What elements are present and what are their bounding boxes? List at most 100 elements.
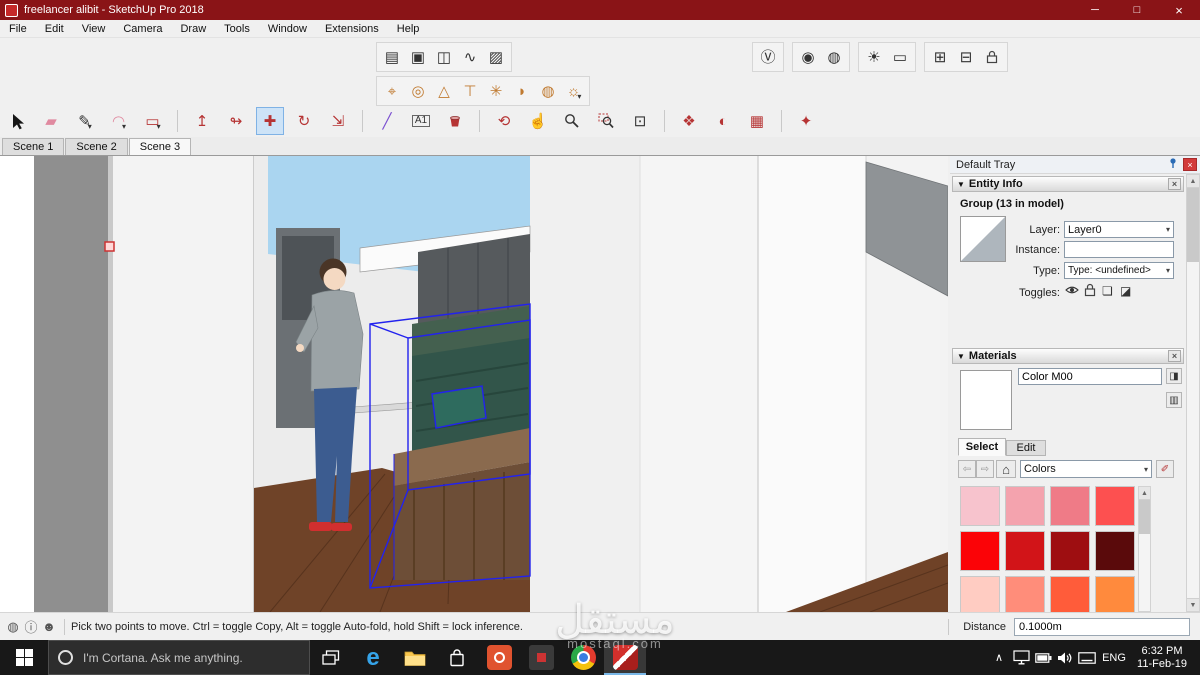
type-combobox[interactable]: Type: <undefined> ▾ <box>1064 262 1174 279</box>
zoom-extents-tool-button[interactable]: ⊡ <box>627 108 653 134</box>
color-swatch[interactable] <box>1005 576 1045 612</box>
battery-icon[interactable] <box>1032 640 1054 675</box>
info-icon[interactable]: ⓘ <box>22 617 40 636</box>
color-swatch[interactable] <box>1005 531 1045 571</box>
vray-render-button[interactable]: ◉ <box>795 44 821 70</box>
toggle-receive-shadows-button[interactable]: ❏ <box>1102 284 1113 298</box>
display-tray-icon[interactable] <box>1010 640 1032 675</box>
tray-close-button[interactable]: × <box>1183 158 1197 171</box>
left-walls[interactable] <box>34 156 255 612</box>
color-swatch[interactable] <box>1095 576 1135 612</box>
collapse-arrow-icon[interactable]: ▼ <box>957 352 965 361</box>
sandbox-flip-edge-button[interactable]: ◍ <box>535 78 561 104</box>
color-swatch[interactable] <box>1095 486 1135 526</box>
volume-icon[interactable] <box>1054 640 1076 675</box>
app-taskbar-button-2[interactable] <box>520 640 562 675</box>
vray-sun-button[interactable]: ☀ <box>861 44 887 70</box>
selection-handle[interactable] <box>104 241 115 252</box>
language-indicator[interactable]: ENG <box>1098 652 1130 664</box>
sandbox-from-scratch-button[interactable]: ◎ <box>405 78 431 104</box>
chrome-taskbar-button[interactable] <box>562 640 604 675</box>
tab-scene-2[interactable]: Scene 2 <box>65 138 128 155</box>
user-icon[interactable]: ☻ <box>40 619 58 634</box>
model-viewport[interactable] <box>0 156 948 612</box>
task-view-button[interactable] <box>310 640 352 675</box>
rotate-tool-button[interactable]: ↻ <box>291 108 317 134</box>
materials-close-button[interactable]: × <box>1168 350 1181 362</box>
push-pull-tool-button[interactable]: ↥ <box>189 108 215 134</box>
paint-bucket-tool-button[interactable] <box>442 108 468 134</box>
eraser-tool-button[interactable]: ▰ <box>38 108 64 134</box>
measure-input[interactable] <box>1014 617 1190 636</box>
material-name-input[interactable] <box>1018 368 1162 385</box>
scroll-up-icon[interactable]: ▲ <box>1187 175 1199 188</box>
tab-select[interactable]: Select <box>958 438 1006 456</box>
vray-lock-button[interactable] <box>979 44 1005 70</box>
cortana-search[interactable]: I'm Cortana. Ask me anything. <box>48 640 310 675</box>
zoom-tool-button[interactable] <box>559 108 585 134</box>
shape-tool-button[interactable]: ▭ ▾ <box>140 108 166 134</box>
menu-tools[interactable]: Tools <box>215 21 259 37</box>
arc-tool-button[interactable]: ◠ ▾ <box>106 108 132 134</box>
shadows-button[interactable]: ◐ <box>710 108 736 134</box>
menu-file[interactable]: File <box>0 21 36 37</box>
paint-roller-button[interactable]: ▥ <box>1166 392 1182 408</box>
layer-combobox[interactable]: Layer0 ▾ <box>1064 221 1174 238</box>
toggle-lock-button[interactable] <box>1084 283 1096 300</box>
color-swatch[interactable] <box>1050 486 1090 526</box>
vray-render-last-button[interactable]: ◍ <box>821 44 847 70</box>
vray-frame-buffer-button[interactable]: ▭ <box>887 44 913 70</box>
keyboard-icon[interactable] <box>1076 640 1098 675</box>
match-photo-button[interactable]: ▨ <box>483 44 509 70</box>
select-tool-button[interactable] <box>4 108 30 134</box>
menu-help[interactable]: Help <box>388 21 429 37</box>
instance-input[interactable] <box>1064 241 1174 258</box>
vray-region-render-button[interactable]: ⊟ <box>953 44 979 70</box>
menu-edit[interactable]: Edit <box>36 21 73 37</box>
follow-me-tool-button[interactable]: ↬ <box>223 108 249 134</box>
sample-paint-button[interactable]: ✐ <box>1156 460 1174 478</box>
color-swatch[interactable] <box>960 486 1000 526</box>
scroll-up-icon[interactable]: ▲ <box>1139 487 1150 500</box>
vray-viewport-render-button[interactable]: ⊞ <box>927 44 953 70</box>
scrollbar-thumb[interactable] <box>1187 188 1199 262</box>
app-taskbar-button-1[interactable] <box>478 640 520 675</box>
maximize-button[interactable]: □ <box>1116 0 1158 20</box>
move-tool-button[interactable]: ✚ <box>256 107 284 135</box>
scrollbar-thumb[interactable] <box>1139 500 1150 534</box>
collapse-arrow-icon[interactable]: ▼ <box>957 180 965 189</box>
pencil-tool-button[interactable]: ✎ ▾ <box>72 108 98 134</box>
materials-header[interactable]: ▼ Materials × <box>952 348 1184 364</box>
vray-asset-editor-button[interactable]: Ⓥ <box>755 44 781 70</box>
sandbox-stamp-button[interactable]: ⊤ <box>457 78 483 104</box>
scale-tool-button[interactable]: ⇲ <box>325 108 351 134</box>
color-swatch[interactable] <box>1050 531 1090 571</box>
show-hidden-icons-button[interactable]: ∧ <box>988 640 1010 675</box>
back-button[interactable]: ⇦ <box>958 460 976 478</box>
pin-icon[interactable] <box>1168 157 1179 172</box>
styles-button[interactable]: ❖ <box>676 108 702 134</box>
secondary-pane-button[interactable]: ◨ <box>1166 368 1182 384</box>
taskbar-clock[interactable]: 6:32 PM 11-Feb-19 <box>1130 645 1194 671</box>
scroll-down-icon[interactable]: ▼ <box>1187 598 1199 611</box>
component-box-button[interactable]: ◫ <box>431 44 457 70</box>
box-tool-button[interactable]: ▣ <box>405 44 431 70</box>
color-swatch[interactable] <box>1050 576 1090 612</box>
dynamic-components-button[interactable]: ▤ <box>379 44 405 70</box>
color-swatch[interactable] <box>960 576 1000 612</box>
zoom-window-tool-button[interactable] <box>593 108 619 134</box>
fog-button[interactable]: ∿ <box>457 44 483 70</box>
menu-camera[interactable]: Camera <box>114 21 171 37</box>
right-walls[interactable] <box>530 156 948 612</box>
geolocation-icon[interactable]: ◍ <box>4 619 22 635</box>
tab-scene-3[interactable]: Scene 3 <box>128 138 192 155</box>
sketchup-taskbar-button[interactable] <box>604 640 646 675</box>
start-button[interactable] <box>0 640 48 675</box>
cabinet-group[interactable] <box>394 428 530 580</box>
sandbox-from-contours-button[interactable]: ⌖ <box>379 78 405 104</box>
soften-edges-button[interactable]: ☼ ▾ <box>561 78 587 104</box>
collection-combobox[interactable]: Colors ▾ <box>1020 460 1152 478</box>
layers-button[interactable]: ▦ <box>744 108 770 134</box>
toggle-cast-shadows-button[interactable]: ◪ <box>1120 284 1131 298</box>
entity-info-header[interactable]: ▼ Entity Info × <box>952 176 1184 192</box>
